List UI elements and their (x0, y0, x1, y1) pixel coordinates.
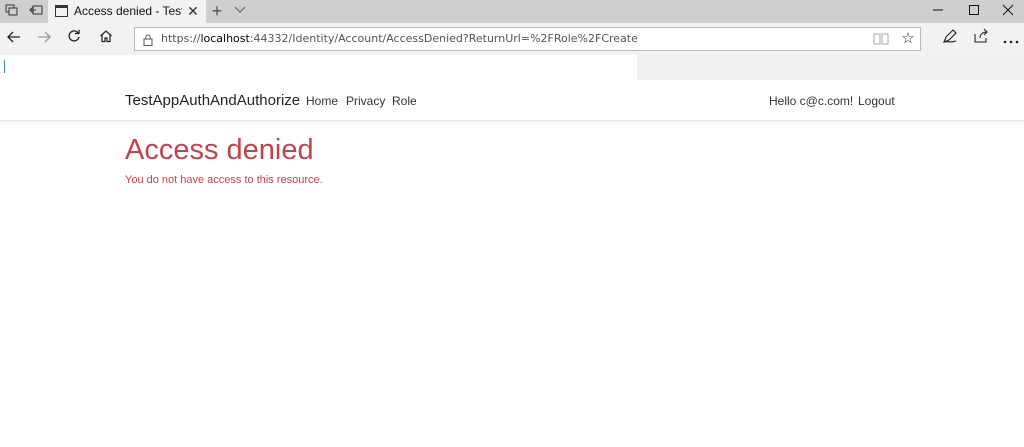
caret-artifact (4, 60, 5, 73)
user-greeting-link[interactable]: Hello c@c.com! (769, 94, 853, 109)
page-icon (55, 5, 68, 17)
tab-title: Access denied - TestAppAuthAndAuthorize (74, 4, 182, 18)
address-bar[interactable]: https://localhost:44332/Identity/Account… (134, 27, 921, 51)
tab-actions-icon[interactable] (4, 4, 20, 18)
url-path: :44332/Identity/Account/AccessDenied?Ret… (249, 32, 638, 45)
page-title: Access denied (125, 134, 314, 166)
new-tab-icon[interactable]: + (208, 2, 226, 20)
nav-home-link[interactable]: Home (306, 94, 338, 109)
site-navbar: TestAppAuthAndAuthorize Home Privacy Rol… (0, 80, 1024, 121)
nav-role-link[interactable]: Role (392, 94, 417, 109)
access-denied-message: You do not have access to this resource. (125, 174, 323, 186)
browser-toolbar: https://localhost:44332/Identity/Account… (0, 23, 1024, 55)
refresh-icon[interactable] (63, 28, 85, 50)
logout-button[interactable]: Logout (858, 94, 895, 109)
close-tab-icon[interactable]: ✕ (185, 2, 201, 20)
site-brand-link[interactable]: TestAppAuthAndAuthorize (125, 92, 300, 110)
back-arrow-icon[interactable] (3, 28, 25, 50)
gray-band (637, 55, 1024, 80)
url-scheme: https:// (161, 32, 201, 45)
chevron-down-icon[interactable] (232, 2, 248, 20)
share-icon[interactable] (970, 28, 992, 50)
browser-titlebar: Access denied - TestAppAuthAndAuthorize … (0, 0, 1024, 23)
url-host: localhost (200, 32, 250, 45)
lock-icon[interactable] (143, 33, 153, 46)
more-options-icon[interactable] (1000, 28, 1022, 50)
url-text[interactable]: https://localhost:44332/Identity/Account… (161, 32, 638, 46)
page-viewport: TestAppAuthAndAuthorize Home Privacy Rol… (0, 55, 1024, 447)
home-icon[interactable] (95, 28, 117, 50)
favorite-star-icon[interactable]: ☆ (899, 31, 917, 47)
minimize-icon[interactable] (920, 0, 956, 23)
close-window-icon[interactable] (990, 0, 1024, 23)
pen-icon[interactable] (939, 28, 961, 50)
maximize-icon[interactable] (956, 0, 992, 23)
reading-view-icon[interactable] (873, 32, 889, 47)
set-tabs-aside-icon[interactable] (28, 4, 44, 18)
nav-privacy-link[interactable]: Privacy (346, 94, 385, 109)
forward-arrow-icon[interactable] (33, 28, 55, 50)
browser-tab[interactable]: Access denied - TestAppAuthAndAuthorize … (48, 0, 206, 23)
